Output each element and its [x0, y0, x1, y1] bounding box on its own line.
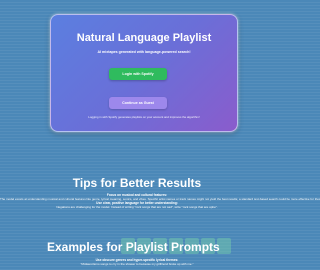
continue-as-guest-button[interactable]: Continue as Guest — [109, 97, 167, 109]
example-text: "Midwest Emo songs to cry in the shower … — [80, 262, 194, 266]
examples-title: Examples for Playlist Prompts — [47, 240, 220, 254]
hero-title: Natural Language Playlist — [76, 32, 212, 44]
tip-text: Negations are challenging for the model.… — [56, 205, 218, 209]
hero-card: Natural Language Playlist AI mixtapes ge… — [50, 14, 238, 132]
examples-list: Use obscure genres and hyper-specific ly… — [0, 258, 274, 266]
login-note: Logging in with Spotify generates playli… — [88, 115, 200, 119]
tips-list: Focus on musical and cultural features: … — [0, 193, 320, 209]
login-with-spotify-button[interactable]: Login with Spotify — [109, 68, 167, 80]
tips-title: Tips for Better Results — [72, 176, 202, 190]
hero-subtitle: AI mixtapes generated with language-powe… — [97, 50, 191, 54]
